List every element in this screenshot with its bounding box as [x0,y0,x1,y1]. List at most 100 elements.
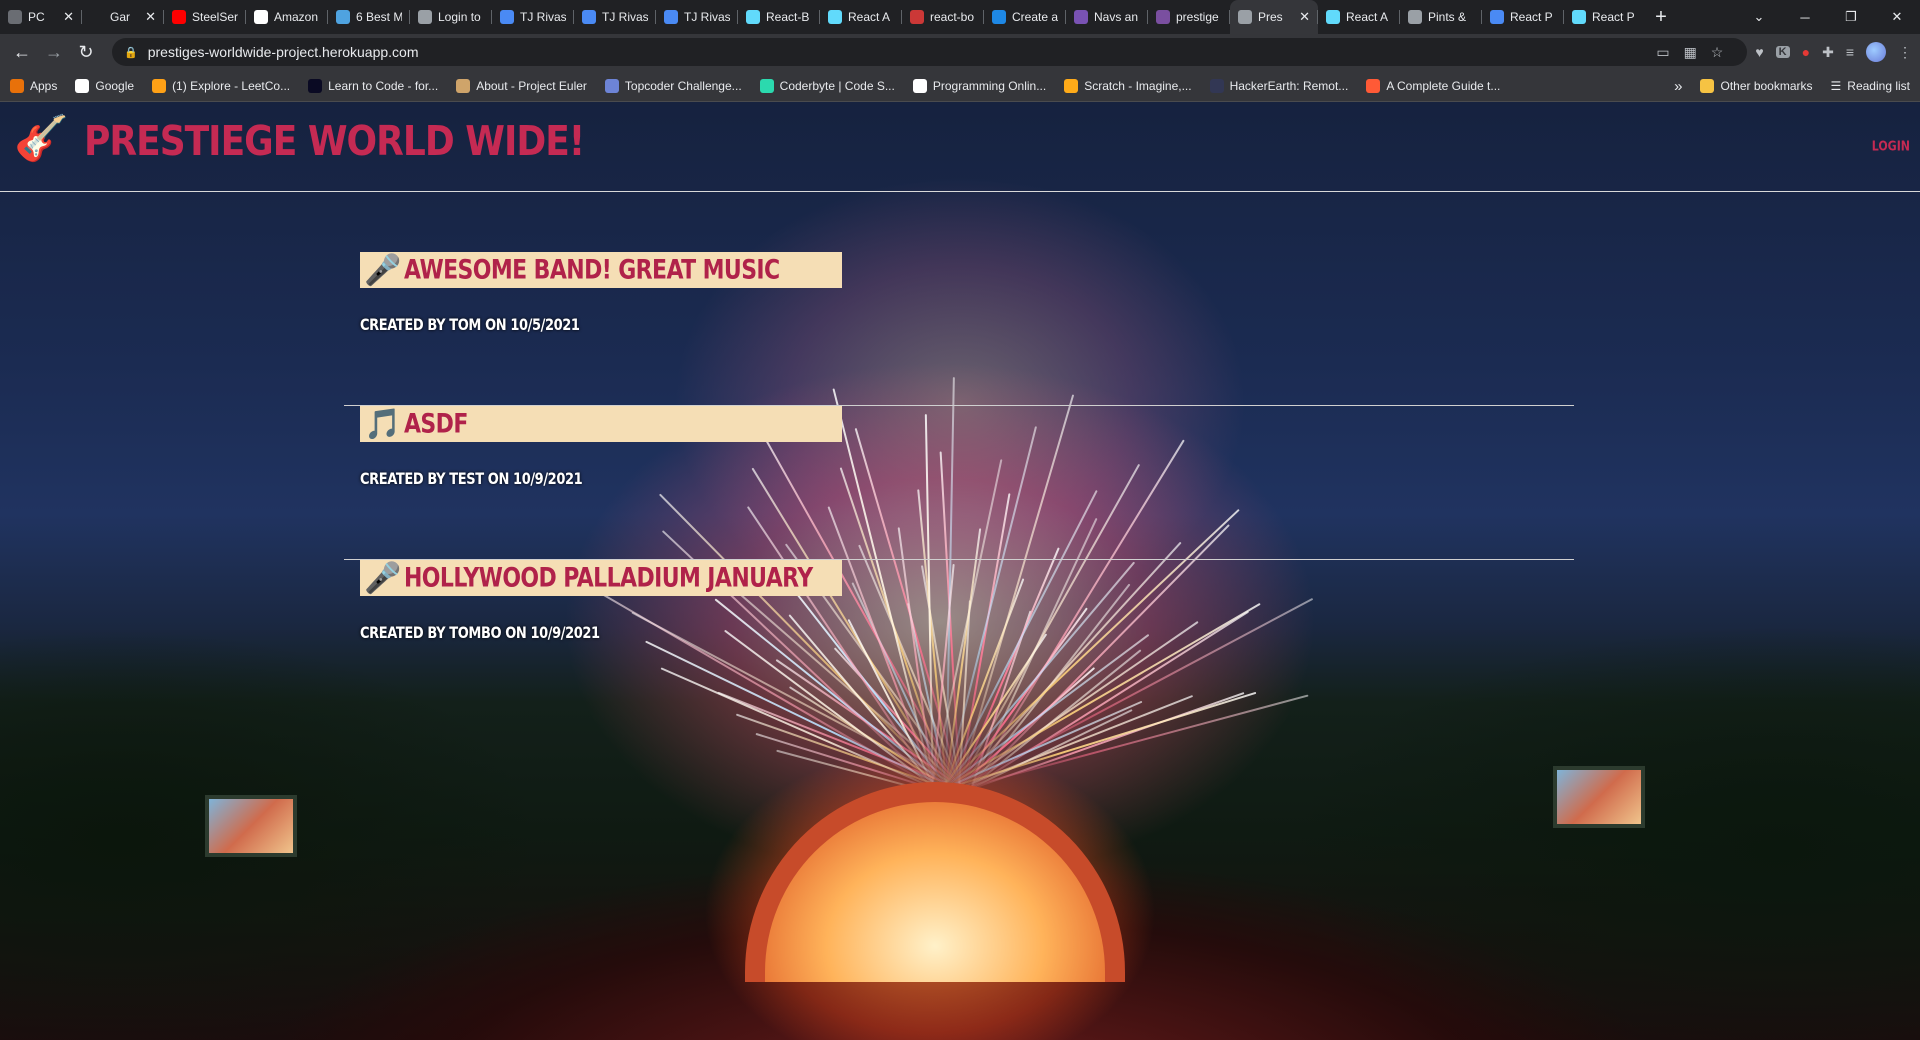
tab-title: 6 Best M [356,10,402,24]
browser-tab[interactable]: Amazon [246,0,328,34]
browser-tab[interactable]: Gar ✕ [82,0,164,34]
browser-tab[interactable]: React-B [738,0,820,34]
minimize-icon[interactable]: ─ [1782,10,1828,25]
menu-kebab-icon[interactable]: ⋮ [1898,44,1912,61]
bookmark-item[interactable]: Google [75,78,134,93]
bookmark-favicon-icon [1366,78,1381,93]
extension-heart-icon[interactable]: ♥ [1755,44,1763,60]
bookmarks-bar: Apps Google (1) Explore - LeetCo... Learn t… [0,70,1920,102]
browser-tab[interactable]: TJ Rivas [574,0,656,34]
tab-search-icon[interactable]: ⌄ [1736,9,1782,25]
browser-tab[interactable]: prestige [1148,0,1230,34]
extension-red-icon[interactable]: ● [1802,44,1810,60]
bookmark-label: A Complete Guide t... [1386,78,1501,93]
bookmark-label: About - Project Euler [476,78,587,93]
browser-tab[interactable]: PC ✕ [0,0,82,34]
browser-tab[interactable]: SteelSer [164,0,246,34]
bookmark-item[interactable]: Apps [10,78,57,93]
tab-title: Navs an [1094,10,1139,24]
post-title[interactable]: Hollywood Palladium January [404,563,813,593]
browser-tab[interactable]: Login to [410,0,492,34]
bookmark-favicon-icon [604,78,619,93]
bookmarks-overflow-button[interactable]: » [1674,78,1682,95]
bookmark-item[interactable]: Coderbyte | Code S... [759,78,895,93]
media-control-icon[interactable]: ≡ [1846,44,1854,60]
browser-tab[interactable]: TJ Rivas [492,0,574,34]
post-title-bar[interactable]: 🎵 asdf [360,406,842,442]
browser-tab[interactable]: React A [820,0,902,34]
bookmark-item[interactable]: Scratch - Imagine,... [1064,78,1192,93]
other-bookmarks-button[interactable]: Other bookmarks [1700,79,1813,93]
post-meta: Created by test on 10/9/2021 [360,470,583,489]
tab-favicon-icon [992,10,1006,24]
profile-avatar[interactable] [1866,42,1886,62]
bookmark-item[interactable]: Learn to Code - for... [308,78,438,93]
bookmark-item[interactable]: About - Project Euler [456,78,587,93]
browser-tab[interactable]: Navs an [1066,0,1148,34]
reading-list-button[interactable]: ☰ Reading list [1831,79,1910,93]
cast-icon[interactable]: ▭ [1656,44,1669,61]
bookmark-item[interactable]: (1) Explore - LeetCo... [152,78,290,93]
post-title-bar[interactable]: 🎤 Hollywood Palladium January [360,560,842,596]
tab-favicon-icon [910,10,924,24]
bookmark-item[interactable]: Topcoder Challenge... [604,78,742,93]
tab-favicon-icon [828,10,842,24]
qr-code-icon[interactable]: ▦ [1684,44,1697,61]
browser-tab[interactable]: Create a [984,0,1066,34]
bookmark-favicon-icon [308,78,323,93]
tab-favicon-icon [664,10,678,24]
browser-tab[interactable]: 6 Best M [328,0,410,34]
bookmark-favicon-icon [152,78,167,93]
window-controls: ⌄ ─ ❐ ✕ [1736,0,1920,34]
site-title[interactable]: Prestiege World Wide! [84,118,585,165]
lock-icon[interactable]: 🔒 [124,46,138,59]
tab-title: React P [1510,10,1553,24]
tab-favicon-icon [1156,10,1170,24]
new-tab-button[interactable]: + [1646,0,1676,34]
bookmark-favicon-icon [912,78,927,93]
bookmark-item[interactable]: A Complete Guide t... [1366,78,1501,93]
browser-tab[interactable]: Pints & [1400,0,1482,34]
browser-tab[interactable]: react-bo [902,0,984,34]
back-icon[interactable]: ← [8,38,36,66]
guitar-icon[interactable]: 🎸 [14,110,72,168]
tab-title: Pres [1258,10,1283,24]
tab-close-icon[interactable]: ✕ [1299,9,1310,25]
tab-active[interactable]: Pres ✕ [1230,0,1318,34]
post-title[interactable]: Awesome Band! Great Music [404,255,780,285]
tab-title: prestige [1176,10,1219,24]
login-link[interactable]: Login [1872,139,1910,155]
bookmark-item[interactable]: HackerEarth: Remot... [1209,78,1349,93]
tab-favicon-icon [336,10,350,24]
browser-tab[interactable]: React P [1482,0,1564,34]
tab-favicon-icon [582,10,596,24]
tab-favicon-icon [1326,10,1340,24]
restore-icon[interactable]: ❐ [1828,9,1874,25]
browser-tab[interactable]: React A [1318,0,1400,34]
tab-favicon-icon [1572,10,1586,24]
browser-tab[interactable]: TJ Rivas [656,0,738,34]
bookmark-star-icon[interactable]: ☆ [1711,44,1724,61]
bookmark-item[interactable]: Programming Onlin... [912,78,1046,93]
extension-k-icon[interactable]: K [1775,46,1790,58]
reload-icon[interactable]: ↻ [72,38,100,66]
address-bar[interactable]: 🔒 prestiges-worldwide-project.herokuapp.… [112,38,1748,66]
url-text[interactable]: prestiges-worldwide-project.herokuapp.co… [148,44,419,60]
tab-close-icon[interactable]: ✕ [63,9,74,25]
bookmark-label: HackerEarth: Remot... [1229,78,1349,93]
tab-title: TJ Rivas [602,10,648,24]
extensions-puzzle-icon[interactable]: ✚ [1822,44,1834,61]
microphone-icon: 🎤 [364,561,402,595]
post-title-bar[interactable]: 🎤 Awesome Band! Great Music [360,252,842,288]
tab-list: PC ✕ Gar ✕ SteelSer Amazon 6 Best M Login to TJ … [0,0,1646,34]
browser-tab[interactable]: React P [1564,0,1646,34]
tab-strip: PC ✕ Gar ✕ SteelSer Amazon 6 Best M Login to TJ … [0,0,1920,34]
post-list: 🎤 Awesome Band! Great Music Created by T… [344,252,1574,714]
forward-icon[interactable]: → [40,38,68,66]
bookmark-favicon-icon [10,78,24,93]
bookmark-favicon-icon [1064,78,1079,93]
tab-close-icon[interactable]: ✕ [145,9,156,25]
post-meta: Created by Tom on 10/5/2021 [360,316,580,335]
post-title[interactable]: asdf [404,409,468,439]
close-window-icon[interactable]: ✕ [1874,9,1920,25]
